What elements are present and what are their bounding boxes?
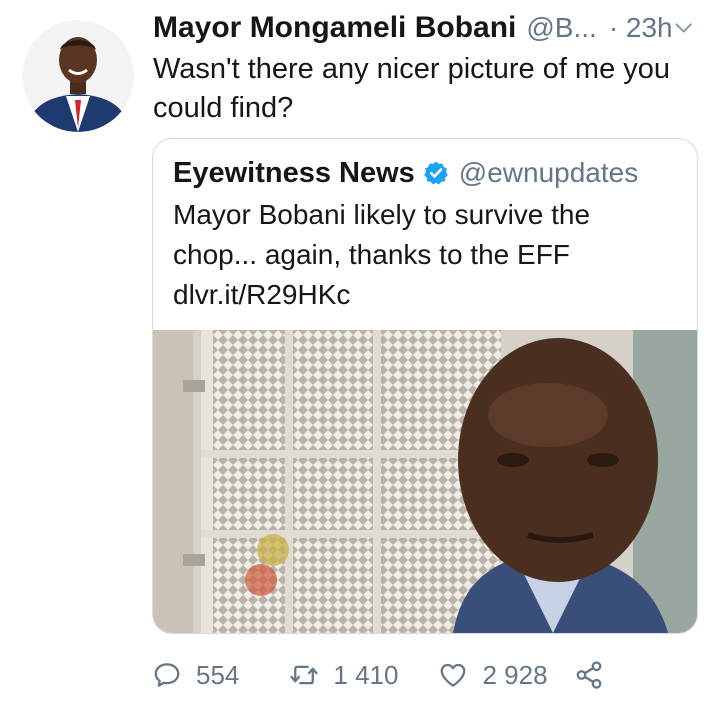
quoted-link[interactable]: dlvr.it/R29HKc (173, 275, 683, 315)
like-count: 2 928 (482, 659, 548, 690)
retweet-icon (290, 665, 319, 685)
quoted-author-handle: @ewnupdates (458, 157, 639, 188)
tweet-text: Wasn't there any nicer picture of me you… (153, 53, 671, 124)
quoted-tweet-image[interactable] (153, 330, 697, 633)
author-name[interactable]: Mayor Mongameli Bobani (153, 11, 516, 45)
chevron-down-icon[interactable] (673, 17, 694, 39)
retweet-button[interactable]: 1 410 (289, 660, 398, 691)
avatar-photo (22, 20, 134, 132)
tweet-header: Mayor Mongameli Bobani @B... · 23h (153, 6, 700, 50)
reply-icon (154, 663, 180, 687)
tweet-timestamp[interactable]: · 23h (609, 12, 673, 44)
tweet-actions: 554 1 410 2 928 (152, 655, 604, 695)
verified-badge-icon (423, 161, 448, 185)
quoted-tweet-header: Eyewitness News @ewnupdates (173, 153, 638, 193)
retweet-count: 1 410 (333, 659, 399, 690)
quoted-author-name: Eyewitness News (173, 156, 415, 189)
share-icon (576, 661, 601, 689)
author-avatar[interactable] (22, 20, 134, 132)
share-button[interactable] (574, 660, 604, 690)
quoted-text-line-2: chop... again, thanks to the EFF (173, 239, 570, 270)
author-handle[interactable]: @B... (526, 12, 596, 44)
like-button[interactable]: 2 928 (438, 659, 548, 691)
heart-icon (441, 663, 466, 687)
reply-count: 554 (196, 659, 240, 690)
reply-button[interactable]: 554 (152, 660, 239, 691)
quoted-text-line-1: Mayor Bobani likely to survive the (173, 199, 591, 230)
news-photo (153, 330, 697, 633)
quoted-tweet-card[interactable]: Eyewitness News @ewnupdates Mayor Bobani… (152, 138, 698, 634)
quoted-tweet-text: Mayor Bobani likely to survive the chop.… (173, 195, 683, 315)
